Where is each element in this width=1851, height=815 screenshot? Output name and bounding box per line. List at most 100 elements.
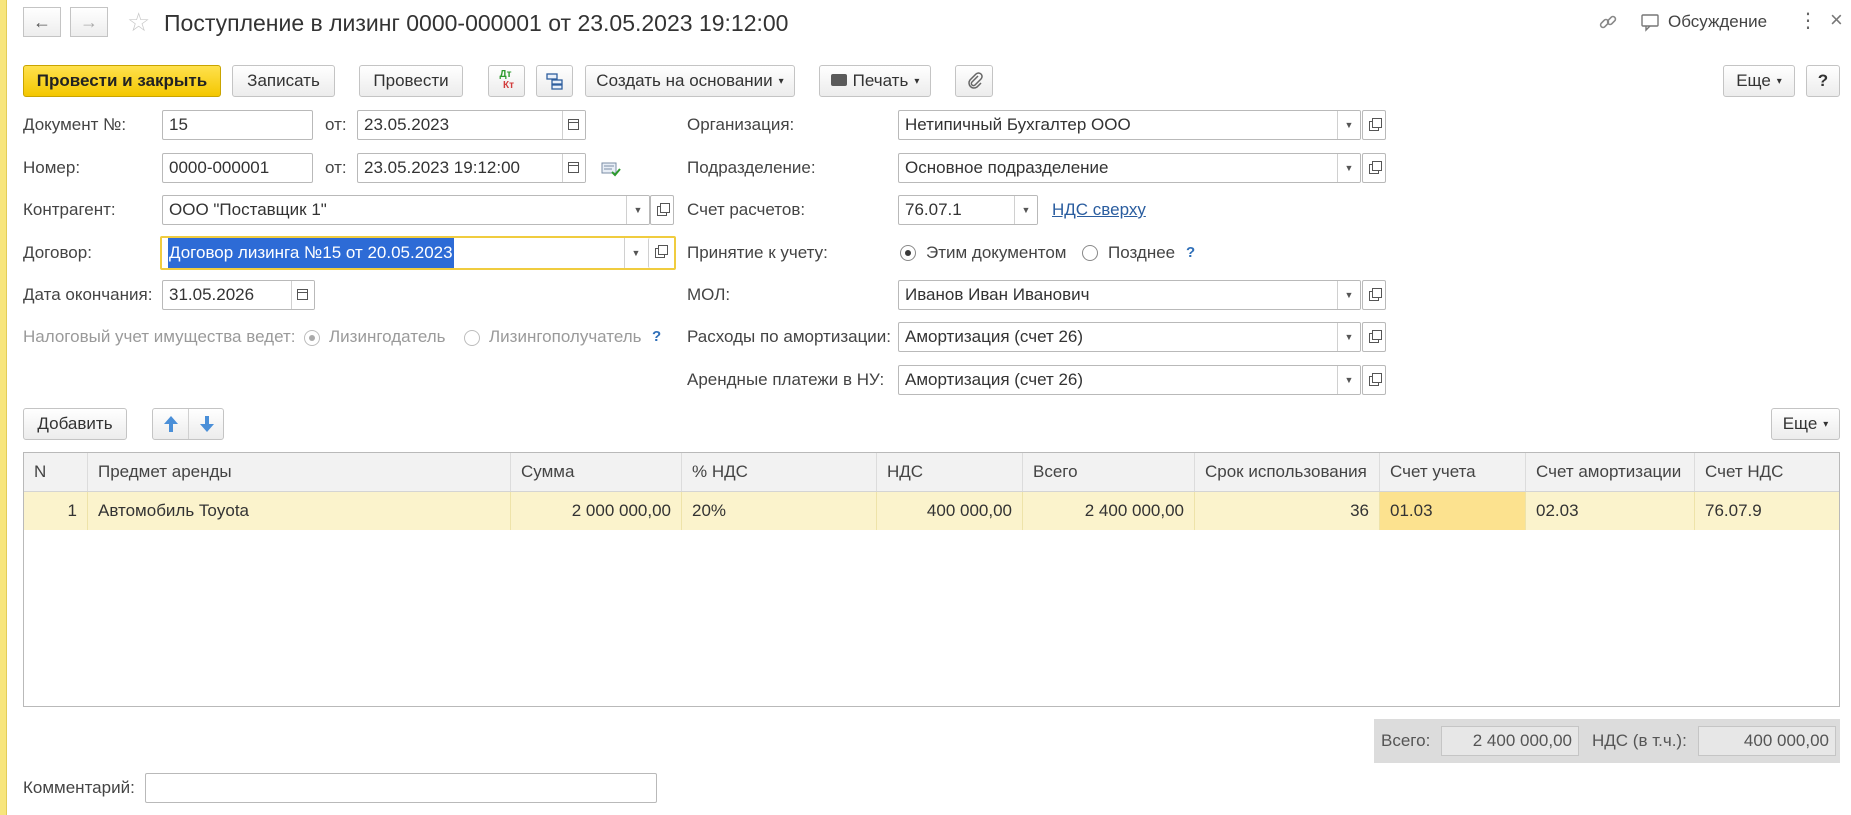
cell-n[interactable]: 1 <box>24 492 88 530</box>
mol-input[interactable]: Иванов Иван Иванович ▼ <box>898 280 1361 310</box>
leasing-items-table[interactable]: N Предмет аренды Сумма % НДС НДС Всего С… <box>23 452 1840 707</box>
post-and-close-button[interactable]: Провести и закрыть <box>23 65 221 97</box>
chevron-down-icon[interactable]: ▼ <box>626 196 649 224</box>
table-header: N Предмет аренды Сумма % НДС НДС Всего С… <box>24 453 1839 492</box>
organization-open-button[interactable] <box>1362 110 1386 140</box>
col-header-vat-account[interactable]: Счет НДС <box>1695 453 1839 491</box>
cell-vat-account[interactable]: 76.07.9 <box>1695 492 1839 530</box>
chevron-down-icon[interactable]: ▼ <box>624 238 647 268</box>
chevron-down-icon[interactable]: ▼ <box>1337 366 1360 394</box>
lease-payments-input[interactable]: Амортизация (счет 26) ▼ <box>898 365 1361 395</box>
accept-this-doc-label: Этим документом <box>926 243 1067 262</box>
close-icon[interactable]: × <box>1830 8 1843 32</box>
chevron-down-icon[interactable]: ▼ <box>1337 111 1360 139</box>
col-header-sum[interactable]: Сумма <box>511 453 682 491</box>
accept-later-radio[interactable] <box>1082 245 1098 261</box>
settlement-account-input[interactable]: 76.07.1 ▼ <box>898 195 1038 225</box>
forward-button[interactable]: → <box>70 7 108 37</box>
arrow-up-icon <box>164 416 178 432</box>
doc-number-input[interactable]: 15 <box>162 110 313 140</box>
cell-vat[interactable]: 400 000,00 <box>877 492 1023 530</box>
back-button[interactable]: ← <box>23 7 61 37</box>
table-more-button[interactable]: Еще ▾ <box>1771 408 1840 440</box>
calendar-icon[interactable] <box>291 281 314 309</box>
col-header-account[interactable]: Счет учета <box>1380 453 1526 491</box>
chevron-down-icon[interactable]: ▼ <box>1337 281 1360 309</box>
create-based-on-button[interactable]: Создать на основании ▾ <box>585 65 795 97</box>
table-row[interactable]: 1 Автомобиль Toyota 2 000 000,00 20% 400… <box>24 492 1839 530</box>
calendar-icon[interactable] <box>562 154 585 182</box>
save-button[interactable]: Записать <box>232 65 335 97</box>
cell-usage-term[interactable]: 36 <box>1195 492 1380 530</box>
accept-this-doc-radio[interactable] <box>900 245 916 261</box>
doc-date-input[interactable]: 23.05.2023 <box>357 110 586 140</box>
add-row-button[interactable]: Добавить <box>23 408 127 440</box>
more-button[interactable]: Еще ▾ <box>1723 65 1795 97</box>
print-button[interactable]: Печать ▾ <box>819 65 931 97</box>
mol-label: МОЛ: <box>687 285 731 304</box>
cell-vat-rate[interactable]: 20% <box>682 492 877 530</box>
lease-payments-label: Арендные платежи в НУ: <box>687 370 885 389</box>
vat-on-top-link[interactable]: НДС сверху <box>1052 200 1146 220</box>
cell-total[interactable]: 2 400 000,00 <box>1023 492 1195 530</box>
calendar-icon[interactable] <box>562 111 585 139</box>
chevron-down-icon[interactable]: ▼ <box>1337 154 1360 182</box>
edit-number-icon[interactable] <box>601 160 621 178</box>
doc-date-from-label: от: <box>325 115 347 134</box>
counterparty-open-button[interactable] <box>650 195 674 225</box>
cell-sum[interactable]: 2 000 000,00 <box>511 492 682 530</box>
help-question-icon[interactable]: ? <box>652 328 661 345</box>
contract-input[interactable]: Договор лизинга №15 от 20.05.2023 ▼ <box>160 236 676 270</box>
move-down-button[interactable] <box>189 409 224 439</box>
chevron-down-icon: ▾ <box>778 75 784 87</box>
col-header-amortization-account[interactable]: Счет амортизации <box>1526 453 1695 491</box>
doc-number-label: Документ №: <box>23 115 127 134</box>
tax-accounting-label: Налоговый учет имущества ведет: <box>23 327 296 346</box>
cell-amortization-account[interactable]: 02.03 <box>1526 492 1695 530</box>
vat-total-label: НДС (в т.ч.): <box>1592 731 1687 750</box>
structure-button[interactable] <box>536 65 573 97</box>
cell-item[interactable]: Автомобиль Toyota <box>88 492 511 530</box>
col-header-n[interactable]: N <box>24 453 88 491</box>
col-header-usage-term[interactable]: Срок использования <box>1195 453 1380 491</box>
col-header-total[interactable]: Всего <box>1023 453 1195 491</box>
attach-button[interactable] <box>955 65 993 97</box>
counterparty-input[interactable]: ООО "Поставщик 1" ▼ <box>162 195 650 225</box>
dt-kt-button[interactable]: Дт Кт <box>488 65 525 97</box>
department-input[interactable]: Основное подразделение ▼ <box>898 153 1361 183</box>
accept-later-label: Позднее <box>1108 243 1176 262</box>
totals-panel: Всего: 2 400 000,00 НДС (в т.ч.): 400 00… <box>1374 719 1840 763</box>
contract-open-button[interactable] <box>648 238 674 268</box>
amortization-expenses-input[interactable]: Амортизация (счет 26) ▼ <box>898 322 1361 352</box>
post-button[interactable]: Провести <box>359 65 463 97</box>
mol-open-button[interactable] <box>1362 280 1386 310</box>
link-icon[interactable] <box>1598 12 1618 32</box>
settlement-account-label: Счет расчетов: <box>687 200 806 219</box>
tax-lessor-radio[interactable] <box>304 330 320 346</box>
tax-lessee-radio[interactable] <box>464 330 480 346</box>
lease-payments-open-button[interactable] <box>1362 365 1386 395</box>
end-date-input[interactable]: 31.05.2026 <box>162 280 315 310</box>
comment-input[interactable] <box>145 773 657 803</box>
col-header-item[interactable]: Предмет аренды <box>88 453 511 491</box>
help-question-icon[interactable]: ? <box>1186 244 1195 261</box>
more-vertical-icon[interactable]: ⋮ <box>1798 9 1818 33</box>
number-input[interactable]: 0000-000001 <box>162 153 313 183</box>
discussion-link[interactable]: Обсуждение <box>1668 12 1767 32</box>
chevron-down-icon[interactable]: ▼ <box>1014 196 1037 224</box>
number-datetime-input[interactable]: 23.05.2023 19:12:00 <box>357 153 586 183</box>
vat-total-value: 400 000,00 <box>1698 726 1836 756</box>
discussion-icon[interactable] <box>1640 12 1662 32</box>
favorite-star-icon[interactable]: ☆ <box>127 8 150 36</box>
help-button[interactable]: ? <box>1806 65 1840 97</box>
col-header-vat-rate[interactable]: % НДС <box>682 453 877 491</box>
organization-input[interactable]: Нетипичный Бухгалтер ООО ▼ <box>898 110 1361 140</box>
amortization-open-button[interactable] <box>1362 322 1386 352</box>
move-up-button[interactable] <box>153 409 189 439</box>
number-label: Номер: <box>23 158 81 177</box>
chevron-down-icon[interactable]: ▼ <box>1337 323 1360 351</box>
department-open-button[interactable] <box>1362 153 1386 183</box>
department-label: Подразделение: <box>687 158 816 177</box>
cell-account[interactable]: 01.03 <box>1380 492 1526 530</box>
col-header-vat[interactable]: НДС <box>877 453 1023 491</box>
